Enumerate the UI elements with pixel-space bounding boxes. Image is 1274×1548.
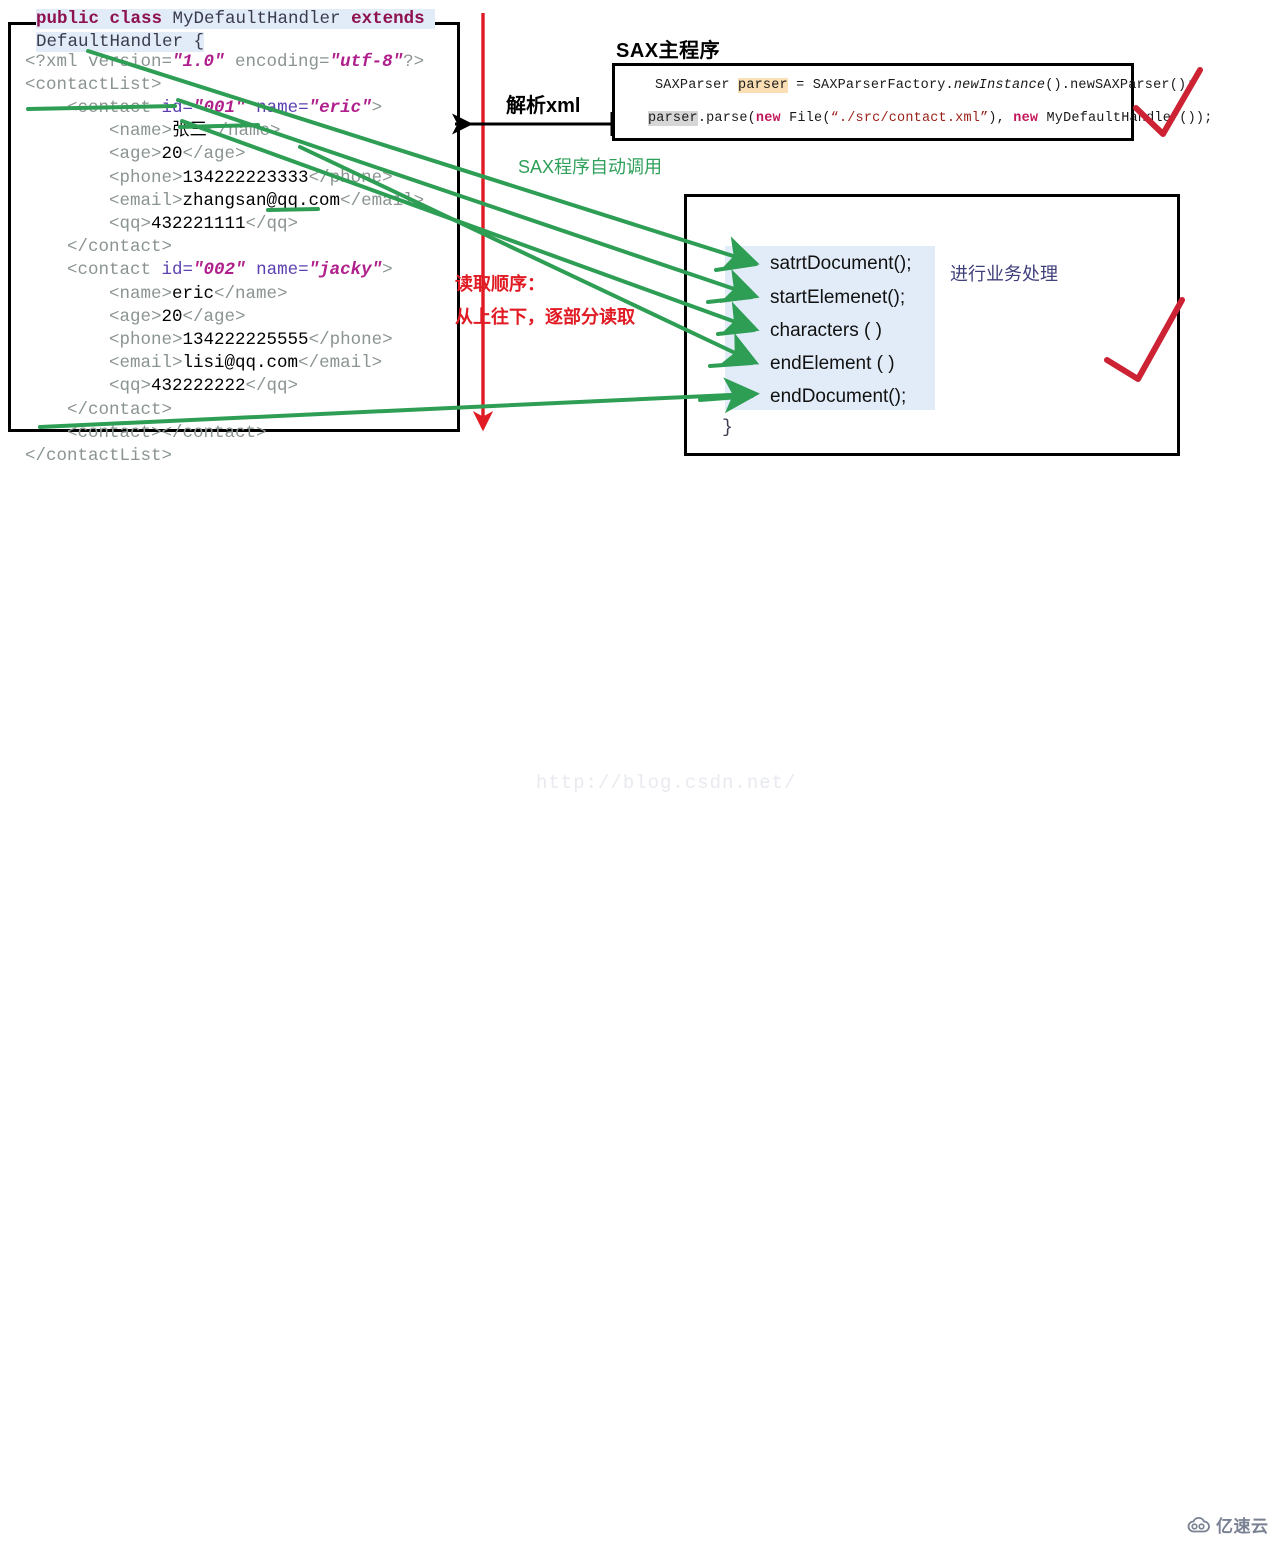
sax-code-token: parser: [738, 78, 788, 93]
xml-token: </email>: [298, 353, 383, 374]
xml-token: 432221111: [151, 213, 246, 234]
xml-token: </phone>: [308, 329, 393, 350]
blog-url-watermark: http://blog.csdn.net/: [536, 772, 797, 794]
xml-token: </contact>: [67, 237, 173, 258]
xml-token: >: [371, 97, 383, 118]
xml-token: <age>: [109, 306, 162, 327]
sax-code-token: parser: [648, 111, 698, 126]
sax-code-token: “./src/contact.xml”: [830, 111, 989, 126]
xml-source-box: <?xml version="1.0" encoding="utf-8"?> <…: [8, 22, 460, 466]
read-order-title: 读取顺序：: [455, 274, 545, 294]
xml-token: <email>: [109, 353, 183, 374]
sax-code-line-1: SAXParser parser = SAXParserFactory.newI…: [655, 78, 1195, 93]
sax-code-token: SAXParser: [655, 78, 739, 93]
xml-token: 134222225555: [182, 329, 309, 350]
xml-token: <contact: [67, 260, 162, 281]
xml-token: zhangsan@qq.com: [182, 190, 341, 211]
xml-token: <phone>: [109, 167, 183, 188]
xml-token: </contact>: [67, 399, 173, 420]
xml-token: <age>: [109, 144, 162, 165]
handler-closing-brace: }: [722, 418, 733, 438]
xml-token: "jacky": [308, 260, 383, 281]
sax-code-token: new: [1013, 111, 1039, 126]
xml-token: <qq>: [109, 213, 152, 234]
sax-auto-call-label: SAX程序自动调用: [518, 157, 663, 177]
xml-token: <?xml version=: [25, 51, 173, 72]
sax-code-token: File(: [780, 111, 831, 126]
xml-token: encoding=: [224, 51, 330, 72]
xml-token: [246, 260, 257, 280]
xml-token: ?>: [403, 51, 425, 72]
xml-token: "utf-8": [329, 51, 404, 72]
xml-token: [246, 98, 257, 118]
xml-token: </contactList>: [25, 445, 173, 466]
xml-token: name=: [256, 97, 309, 118]
xml-token: <contact></contact>: [67, 422, 267, 443]
xml-token: 20: [161, 306, 183, 327]
sax-code-token: MyDefaultHandler());: [1038, 111, 1213, 126]
xml-token: "eric": [308, 97, 372, 118]
xml-token: "1.0": [172, 51, 225, 72]
handler-method-5: endDocument();: [770, 386, 907, 407]
xml-token: 134222223333: [182, 167, 309, 188]
sax-code-line-2: parser.parse(new File(“./src/contact.xml…: [648, 111, 1213, 126]
sax-code-token: ),: [988, 111, 1014, 126]
xml-token: >: [382, 260, 393, 281]
xml-token: <phone>: [109, 329, 183, 350]
handler-method-1: satrtDocument();: [770, 253, 912, 274]
xml-token: <qq>: [109, 376, 152, 397]
sax-code-token: = SAXParserFactory.: [787, 78, 954, 93]
handler-code-token: extends: [351, 9, 425, 29]
xml-token: 432222222: [151, 376, 246, 397]
handler-class-declaration: public class MyDefaultHandler extends De…: [36, 8, 444, 54]
sax-code-token: ().newSAXParser();: [1045, 78, 1195, 93]
xml-token: <email>: [109, 190, 183, 211]
handler-code-token: MyDefaultHandler: [162, 9, 352, 29]
xml-token: <contactList>: [25, 74, 162, 95]
sax-main-program-box: SAXParser parser = SAXParserFactory.newI…: [612, 63, 1212, 141]
handler-code-token: public class: [36, 9, 163, 29]
handler-method-2: startElemenet();: [770, 287, 906, 308]
xml-source-code: <?xml version="1.0" encoding="utf-8"?> <…: [25, 51, 424, 469]
xml-token: </email>: [340, 190, 425, 211]
xml-token: "002": [193, 260, 246, 281]
handler-method-3: characters ( ): [770, 320, 882, 341]
xml-token: <name>: [109, 121, 173, 142]
xml-token: </age>: [182, 144, 246, 165]
business-processing-note: 进行业务处理: [950, 264, 1058, 284]
sax-code-token: newInstance: [953, 78, 1046, 93]
xml-token: </phone>: [308, 167, 393, 188]
handler-declaration-highlight: public class MyDefaultHandler extends De…: [36, 9, 436, 52]
parse-xml-label: 解析xml: [506, 95, 581, 117]
xml-token: lisi@qq.com: [182, 353, 299, 374]
xml-token: name=: [256, 260, 309, 281]
xml-token: </name>: [214, 283, 288, 304]
xml-token: 张三: [172, 121, 208, 142]
cloud-icon: [1187, 1516, 1210, 1532]
read-order-detail: 从上往下，逐部分读取: [455, 307, 635, 327]
xml-token: "001": [193, 97, 246, 118]
diagram-canvas: <?xml version="1.0" encoding="utf-8"?> <…: [0, 0, 1274, 1548]
corner-logo: 亿速云: [1186, 1512, 1269, 1537]
xml-token: <contact: [67, 97, 162, 118]
xml-token: </qq>: [245, 376, 299, 397]
xml-token: id=: [161, 260, 194, 281]
sax-code-token: new: [755, 111, 781, 126]
xml-token: eric: [172, 283, 215, 304]
xml-token: id=: [161, 97, 194, 118]
xml-token: </age>: [182, 306, 246, 327]
corner-logo-text: 亿速云: [1216, 1517, 1269, 1536]
sax-main-program-title: SAX主程序: [616, 40, 721, 62]
sax-code-token: .parse(: [697, 111, 756, 126]
xml-token: 20: [161, 144, 183, 165]
xml-token: </qq>: [245, 213, 299, 234]
xml-token: </name>: [207, 121, 281, 142]
handler-method-4: endElement ( ): [770, 353, 895, 374]
xml-token: <name>: [109, 283, 173, 304]
